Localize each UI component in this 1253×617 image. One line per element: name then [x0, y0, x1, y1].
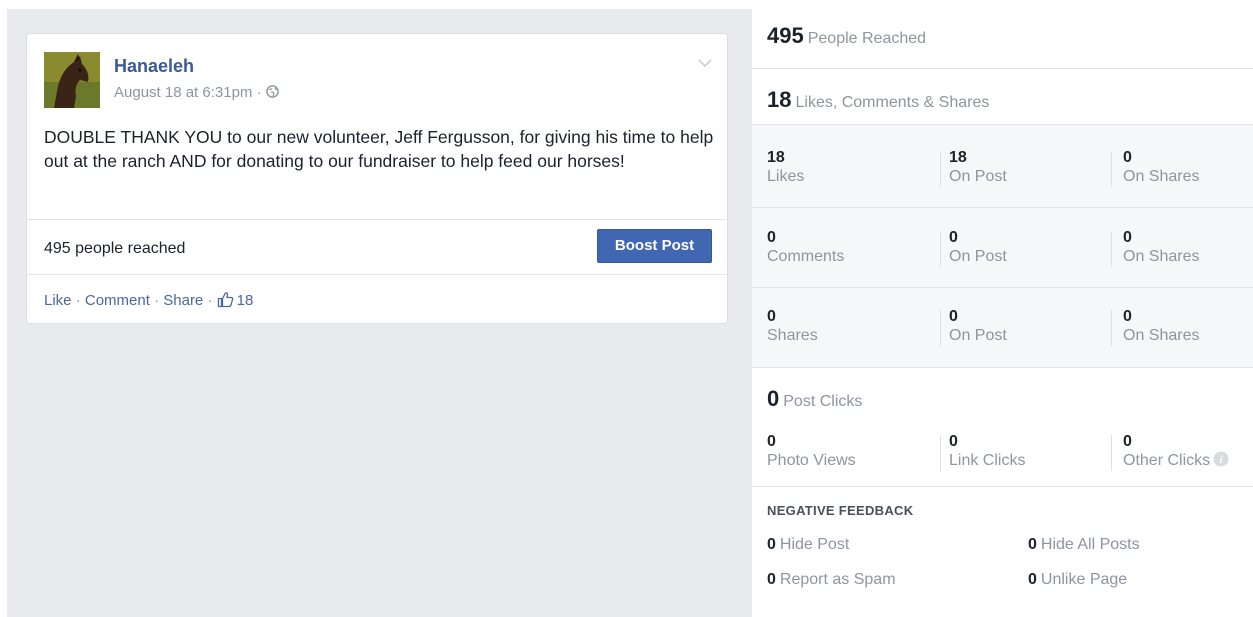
shares-total-cell: 0 Shares — [767, 308, 818, 346]
column-divider — [940, 151, 941, 187]
card-divider — [27, 219, 727, 220]
section-divider — [752, 367, 1253, 368]
photo-views-value: 0 — [767, 433, 776, 450]
likes-total-cell: 18 Likes — [767, 149, 804, 187]
comments-total-label: Comments — [767, 248, 845, 265]
report-spam-stat: 0 Report as Spam — [767, 571, 896, 589]
section-divider — [752, 124, 1253, 125]
people-reached-stat: 495 People Reached — [767, 23, 1253, 49]
photo-views-label: Photo Views — [767, 452, 856, 469]
likes-total-value: 18 — [767, 149, 785, 166]
shares-on-post-value: 0 — [949, 308, 958, 325]
hide-all-posts-stat: 0 Hide All Posts — [1028, 536, 1140, 554]
engagement-stat: 18 Likes, Comments & Shares — [767, 87, 1253, 113]
post-body-text: DOUBLE THANK YOU to our new volunteer, J… — [44, 127, 714, 171]
link-clicks-cell: 0 Link Clicks — [949, 433, 1025, 471]
comments-on-post-cell: 0 On Post — [949, 229, 1007, 267]
people-reached-text: 495 people reached — [44, 240, 186, 257]
post-insights-pane: 495 People Reached 18 Likes, Comments & Sh… — [752, 9, 1253, 617]
column-divider — [1111, 231, 1112, 267]
avatar[interactable] — [44, 52, 100, 108]
unlike-page-value: 0 — [1028, 571, 1037, 588]
column-divider — [940, 310, 941, 346]
chevron-down-icon[interactable] — [697, 56, 713, 68]
engagement-value: 18 — [767, 87, 792, 112]
people-reached-label: People Reached — [807, 30, 927, 47]
globe-icon — [265, 85, 279, 98]
thumbs-up-icon[interactable] — [217, 291, 234, 308]
likes-total-label: Likes — [767, 168, 805, 185]
report-spam-label: Report as Spam — [779, 571, 896, 588]
post-timestamp[interactable]: August 18 at 6:31pm · — [114, 84, 279, 101]
comments-on-post-label: On Post — [949, 248, 1007, 265]
card-divider — [27, 274, 727, 275]
post-clicks-value: 0 — [767, 386, 780, 411]
hide-all-posts-value: 0 — [1028, 536, 1037, 553]
action-separator: · — [203, 292, 217, 309]
likes-on-shares-label: On Shares — [1123, 168, 1200, 185]
row-divider — [752, 207, 1253, 208]
share-link[interactable]: Share — [163, 292, 203, 309]
link-clicks-label: Link Clicks — [949, 452, 1026, 469]
other-clicks-value: 0 — [1123, 433, 1132, 450]
shares-on-shares-label: On Shares — [1123, 327, 1200, 344]
comments-on-post-value: 0 — [949, 229, 958, 246]
post-clicks-label: Post Clicks — [783, 393, 863, 410]
comments-on-shares-cell: 0 On Shares — [1123, 229, 1199, 267]
post-clicks-stat: 0 Post Clicks — [767, 386, 1253, 412]
comments-total-cell: 0 Comments — [767, 229, 844, 267]
other-clicks-label-row: Other Clicks i — [1123, 451, 1229, 471]
column-divider — [1111, 310, 1112, 346]
hide-post-label: Hide Post — [779, 536, 850, 553]
action-separator: · — [149, 292, 164, 309]
column-divider — [1111, 435, 1112, 471]
hide-post-value: 0 — [767, 536, 776, 553]
comments-on-shares-label: On Shares — [1123, 248, 1200, 265]
link-clicks-value: 0 — [949, 433, 958, 450]
likes-on-shares-cell: 0 On Shares — [1123, 149, 1199, 187]
column-divider — [1111, 151, 1112, 187]
comments-total-value: 0 — [767, 229, 776, 246]
section-divider — [752, 486, 1253, 487]
other-clicks-label: Other Clicks — [1123, 452, 1211, 469]
people-reached-value: 495 — [767, 23, 804, 48]
info-icon[interactable]: i — [1213, 451, 1229, 467]
unlike-page-label: Unlike Page — [1040, 571, 1128, 588]
column-divider — [940, 231, 941, 267]
report-spam-value: 0 — [767, 571, 776, 588]
hide-all-posts-label: Hide All Posts — [1040, 536, 1140, 553]
comment-link[interactable]: Comment — [85, 292, 150, 309]
boost-post-button[interactable]: Boost Post — [597, 229, 712, 263]
likes-on-post-label: On Post — [949, 168, 1007, 185]
post-card: Hanaeleh August 18 at 6:31pm · DOUBLE TH… — [26, 33, 728, 324]
likes-on-post-value: 18 — [949, 149, 967, 166]
engagement-label: Likes, Comments & Shares — [795, 94, 990, 111]
like-count[interactable]: 18 — [237, 292, 254, 309]
shares-on-post-label: On Post — [949, 327, 1007, 344]
row-divider — [752, 287, 1253, 288]
likes-on-post-cell: 18 On Post — [949, 149, 1007, 187]
hide-post-stat: 0 Hide Post — [767, 536, 849, 554]
likes-on-shares-value: 0 — [1123, 149, 1132, 166]
shares-on-shares-cell: 0 On Shares — [1123, 308, 1199, 346]
action-separator: · — [71, 292, 85, 309]
shares-total-value: 0 — [767, 308, 776, 325]
post-timestamp-text[interactable]: August 18 at 6:31pm · — [114, 84, 266, 101]
post-author-name[interactable]: Hanaeleh — [114, 56, 194, 77]
like-link[interactable]: Like — [44, 292, 72, 309]
section-divider — [752, 68, 1253, 69]
shares-on-post-cell: 0 On Post — [949, 308, 1007, 346]
shares-total-label: Shares — [767, 327, 818, 344]
other-clicks-cell: 0 Other Clicks i — [1123, 433, 1229, 471]
shares-on-shares-value: 0 — [1123, 308, 1132, 325]
photo-views-cell: 0 Photo Views — [767, 433, 856, 471]
comments-on-shares-value: 0 — [1123, 229, 1132, 246]
column-divider — [940, 435, 941, 471]
unlike-page-stat: 0 Unlike Page — [1028, 571, 1127, 589]
post-actions: Like · Comment · Share · 18 — [44, 291, 253, 309]
negative-feedback-title: NEGATIVE FEEDBACK — [767, 503, 914, 518]
post-preview-pane: Hanaeleh August 18 at 6:31pm · DOUBLE TH… — [7, 9, 752, 617]
